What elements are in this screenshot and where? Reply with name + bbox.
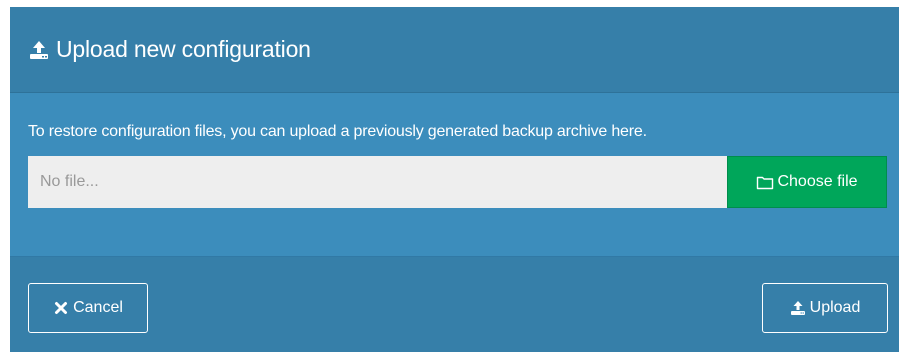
choose-file-button[interactable]: Choose file	[727, 156, 887, 208]
file-name-input[interactable]: No file...	[28, 156, 727, 208]
modal-footer: Cancel Upload	[10, 257, 899, 352]
folder-open-icon	[757, 176, 774, 189]
file-picker: No file... Choose file	[28, 156, 887, 208]
upload-icon	[790, 301, 805, 315]
upload-config-modal: Upload new configuration To restore conf…	[10, 7, 899, 352]
modal-body: To restore configuration files, you can …	[10, 93, 899, 257]
cancel-button[interactable]: Cancel	[28, 283, 148, 333]
choose-file-label: Choose file	[777, 173, 858, 190]
upload-label: Upload	[809, 299, 861, 316]
body-description: To restore configuration files, you can …	[28, 123, 647, 140]
close-icon	[55, 302, 68, 314]
modal-header: Upload new configuration	[10, 7, 899, 93]
cancel-label: Cancel	[73, 299, 123, 316]
upload-button[interactable]: Upload	[762, 283, 888, 333]
file-input-placeholder: No file...	[40, 173, 99, 190]
modal-title: Upload new configuration	[28, 36, 311, 63]
modal-title-text: Upload new configuration	[56, 36, 311, 62]
upload-icon	[30, 40, 48, 59]
